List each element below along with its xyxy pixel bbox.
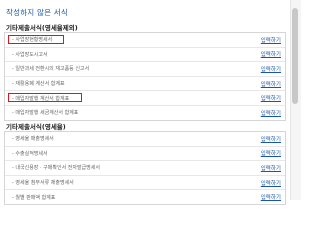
input-link[interactable]: 입력하기 [261, 161, 281, 175]
form-name: - 일반과세 전환시의 재고품등 신고서 [12, 66, 90, 73]
table-row: - 매입자발행 계산서 합계표 입력하기 [5, 91, 285, 106]
form-name: - 수출실적명세서 [12, 150, 48, 157]
form-name: - 매입자발행 계산서 합계표 [12, 95, 70, 102]
form-list-panel: 작성하지 않은 서식 기타제출서식(영세율제외) - 사업장현황명세서 입력하기… [0, 0, 288, 205]
table-row: - 재활용폐 계산서 합계표 입력하기 [5, 77, 285, 92]
input-link[interactable]: 입력하기 [261, 91, 281, 105]
table-row: - 영세율 첨부서류 제출명세서 입력하기 [5, 176, 285, 191]
section-title-zero-rate: 기타제출서식(영세율) [6, 123, 66, 131]
section-title-non-zero-rate: 기타제출서식(영세율제외) [6, 24, 78, 32]
input-link[interactable]: 입력하기 [261, 106, 281, 120]
table-row: - 매입자발행 세금계산서 합계표 입력하기 [5, 106, 285, 120]
table-row: - 수출실적명세서 입력하기 [5, 147, 285, 162]
page-title: 작성하지 않은 서식 [6, 8, 68, 17]
input-link[interactable]: 입력하기 [261, 147, 281, 161]
form-name: - 영세율 매출명세서 [12, 136, 54, 143]
input-link[interactable]: 입력하기 [261, 77, 281, 91]
input-link[interactable]: 입력하기 [261, 33, 281, 47]
form-name: - 사업장현황명세서 [12, 37, 53, 44]
form-table-non-zero-rate: - 사업장현황명세서 입력하기 - 사업장도시고서 입력하기 - 일반과세 전환… [4, 32, 286, 121]
table-row: - 내국신용장 · 구매확인서 전자발급명세서 입력하기 [5, 161, 285, 176]
table-row: - 사업장현황명세서 입력하기 [5, 33, 285, 48]
form-name: - 매입자발행 세금계산서 합계표 [12, 110, 79, 117]
input-link[interactable]: 입력하기 [261, 48, 281, 62]
table-row: - 월별 판매액 합계표 입력하기 [5, 190, 285, 204]
form-name: - 내국신용장 · 구매확인서 전자발급명세서 [12, 165, 100, 172]
table-row: - 사업장도시고서 입력하기 [5, 48, 285, 63]
scrollbar-thumb[interactable] [292, 8, 298, 104]
form-table-zero-rate: - 영세율 매출명세서 입력하기 - 수출실적명세서 입력하기 - 내국신용장 … [4, 131, 286, 205]
input-link[interactable]: 입력하기 [261, 176, 281, 190]
form-name: - 영세율 첨부서류 제출명세서 [12, 180, 74, 187]
form-name: - 사업장도시고서 [12, 51, 48, 58]
form-name: - 월별 판매액 합계표 [12, 194, 56, 201]
input-link[interactable]: 입력하기 [261, 132, 281, 146]
table-row: - 일반과세 전환시의 재고품등 신고서 입력하기 [5, 62, 285, 77]
table-row: - 영세율 매출명세서 입력하기 [5, 132, 285, 147]
input-link[interactable]: 입력하기 [261, 62, 281, 76]
form-name: - 재활용폐 계산서 합계표 [12, 81, 65, 88]
input-link[interactable]: 입력하기 [261, 190, 281, 204]
